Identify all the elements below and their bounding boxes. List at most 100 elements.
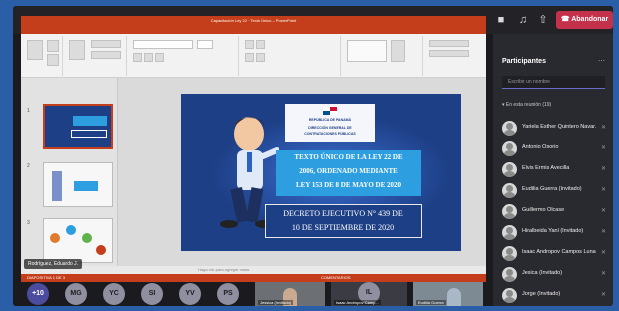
italic-icon[interactable] xyxy=(144,53,153,62)
participant-row[interactable]: Antonio Osorio ✕ xyxy=(502,139,607,158)
slide-thumbnail-3[interactable] xyxy=(43,218,113,263)
current-slide[interactable]: REPÚBLICA DE PANAMÁ DIRECCIÓN GENERAL DE… xyxy=(181,94,461,251)
status-comments[interactable]: COMENTARIOS xyxy=(321,275,350,280)
slide-thumbnails-pane: 1 2 3 xyxy=(21,78,118,266)
ppt-ribbon xyxy=(21,34,486,78)
more-options-icon[interactable]: ⋯ xyxy=(598,57,605,65)
photo-border: ■ ♫ ⇧ ☎ Abandonar Capacitación Ley 22 · … xyxy=(0,0,619,311)
participant-row[interactable]: Jorge (Invitado) ✕ xyxy=(502,286,607,305)
person-video xyxy=(447,288,461,306)
mic-muted-icon: ✕ xyxy=(601,208,607,214)
avatar xyxy=(502,225,517,240)
share-icon[interactable]: ⇧ xyxy=(535,12,551,28)
camera-icon[interactable]: ■ xyxy=(493,12,509,28)
slide-decree-line-2: 10 DE SEPTIEMBRE DE 2020 xyxy=(291,223,395,232)
paste-icon[interactable] xyxy=(27,40,43,60)
avatar xyxy=(502,141,517,156)
slide-title-line-3: LEY 153 DE 8 DE MAYO DE 2020 xyxy=(295,181,402,189)
participant-row[interactable]: Isaac Andropov Campos Luna ✕ xyxy=(502,244,607,263)
thumb-circle-3 xyxy=(82,233,92,243)
thumb-box xyxy=(74,181,98,191)
avatar xyxy=(502,246,517,261)
in-meeting-section-title[interactable]: ▾ En esta reunión (19) xyxy=(502,102,551,108)
participant-name: Eudilia Guerra (Invitado) xyxy=(522,186,582,192)
video-tile[interactable]: Jessica (Invitado) xyxy=(255,282,325,306)
logo-line-3: CONTRATACIONES PÚBLICAS xyxy=(304,132,356,136)
thumb-decree-block xyxy=(71,130,107,138)
logo-line-1: REPÚBLICA DE PANAMÁ xyxy=(308,118,352,122)
arrange-icon[interactable] xyxy=(391,40,405,62)
participant-row[interactable]: Jesica (Invitado) ✕ xyxy=(502,265,607,284)
clipboard-group xyxy=(23,36,63,76)
participant-row[interactable]: Hiralbeida Yanl (Invitado) ✕ xyxy=(502,223,607,242)
paragraph-group xyxy=(241,36,341,76)
reset-button[interactable] xyxy=(91,51,121,59)
notes-pane[interactable]: Haga clic para agregar notas xyxy=(118,266,486,274)
invite-search-input[interactable]: Escribir un nombre xyxy=(502,76,605,89)
bullets-icon[interactable] xyxy=(245,40,254,49)
video-tile-name: Eudilia Guerra xyxy=(416,300,446,305)
bold-icon[interactable] xyxy=(133,53,142,62)
video-tile[interactable]: IL Isaac Andropov Camp... xyxy=(331,282,407,306)
slide-title-box: TEXTO ÚNICO DE LA LEY 22 DE 2006, ORDENA… xyxy=(276,150,421,196)
drawing-group xyxy=(343,36,423,76)
avatar xyxy=(502,204,517,219)
participants-panel: Participantes ⋯ Escribir un nombre ▾ En … xyxy=(493,34,613,306)
copy-icon[interactable] xyxy=(47,54,59,66)
new-slide-icon[interactable] xyxy=(69,40,85,60)
align-center-icon[interactable] xyxy=(256,53,265,62)
slide-thumbnail-1[interactable] xyxy=(43,104,113,149)
slide-decree-line-1: DECRETO EJECUTIVO N° 439 DE xyxy=(283,209,403,218)
presenter-name-label: Rodríguez, Eduardo J. xyxy=(24,259,83,269)
participant-name: Hiralbeida Yanl (Invitado) xyxy=(522,228,584,234)
mic-muted-icon: ✕ xyxy=(601,229,607,235)
leave-button[interactable]: ☎ Abandonar xyxy=(556,11,613,29)
font-group xyxy=(129,36,239,76)
participant-avatar-mg[interactable]: MG xyxy=(65,283,87,305)
participant-row[interactable]: Guillermo Olcase ✕ xyxy=(502,202,607,221)
mic-muted-icon: ✕ xyxy=(601,187,607,193)
numbering-icon[interactable] xyxy=(256,40,265,49)
participant-avatar-si[interactable]: SI xyxy=(141,283,163,305)
mic-muted-icon: ✕ xyxy=(601,292,607,298)
align-left-icon[interactable] xyxy=(245,53,254,62)
thumb-number-2: 2 xyxy=(27,163,30,169)
participant-avatar-yv[interactable]: YV xyxy=(179,283,201,305)
participant-row[interactable]: Yariela Esther Quintero Navar... ✕ xyxy=(502,119,607,138)
thumb-figure xyxy=(52,171,62,201)
font-family-select[interactable] xyxy=(133,40,193,49)
mic-muted-icon: ✕ xyxy=(601,250,607,256)
cut-icon[interactable] xyxy=(47,40,59,52)
mic-muted-icon: ✕ xyxy=(601,166,607,172)
replace-button[interactable] xyxy=(429,50,469,57)
participant-name: Guillermo Olcase xyxy=(522,207,565,213)
find-button[interactable] xyxy=(429,40,469,47)
thumb-number-3: 3 xyxy=(27,220,30,226)
ppt-window-title: Capacitación Ley 22 · Texto Único – Powe… xyxy=(21,16,486,26)
avatar xyxy=(502,162,517,177)
layout-button[interactable] xyxy=(91,40,121,48)
participant-row[interactable]: Eudilia Guerra (Invitado) ✕ xyxy=(502,181,607,200)
thumb-number-1: 1 xyxy=(27,108,30,114)
font-size-select[interactable] xyxy=(197,40,213,49)
logo-line-2: DIRECCIÓN GENERAL DE xyxy=(308,126,352,130)
participant-avatar-yc[interactable]: YC xyxy=(103,283,125,305)
participant-name: Isaac Andropov Campos Luna xyxy=(522,249,596,255)
participant-name: Jorge (Invitado) xyxy=(522,291,561,297)
participant-avatar-ps[interactable]: PS xyxy=(217,283,239,305)
slides-group xyxy=(65,36,127,76)
avatar xyxy=(502,288,517,303)
participant-row[interactable]: Elvis Ermis Avecilla ✕ xyxy=(502,160,607,179)
slide-thumbnail-2[interactable] xyxy=(43,162,113,207)
video-tile[interactable]: Eudilia Guerra xyxy=(413,282,483,306)
panama-flag-icon xyxy=(323,107,337,115)
editing-group xyxy=(425,36,483,76)
slide-title-line-2: 2006, ORDENADO MEDIANTE xyxy=(299,167,398,175)
mic-icon[interactable]: ♫ xyxy=(515,12,531,28)
more-participants-avatar[interactable]: +10 xyxy=(27,283,49,305)
slide-decree-box: DECRETO EJECUTIVO N° 439 DE 10 DE SEPTIE… xyxy=(265,204,422,238)
government-logo: REPÚBLICA DE PANAMÁ DIRECCIÓN GENERAL DE… xyxy=(285,104,375,142)
shapes-gallery[interactable] xyxy=(347,40,387,62)
underline-icon[interactable] xyxy=(155,53,164,62)
participant-name: Antonio Osorio xyxy=(522,144,559,150)
